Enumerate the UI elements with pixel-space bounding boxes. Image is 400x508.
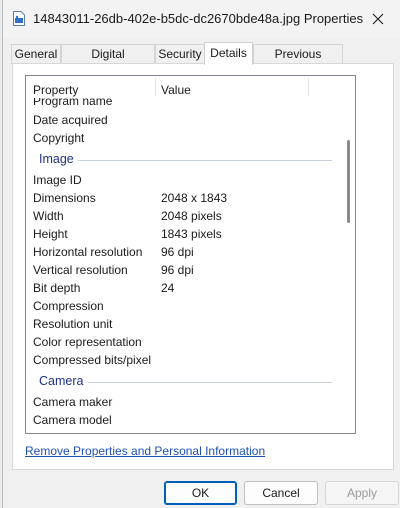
scrollbar-thumb[interactable] <box>347 140 350 223</box>
list-item[interactable]: Horizontal resolution 96 dpi <box>26 243 341 261</box>
property-value: 2048 x 1843 <box>161 191 228 205</box>
list-item[interactable]: Compressed bits/pixel <box>26 351 341 369</box>
property-value: 2048 pixels <box>161 209 222 223</box>
property-name: Compression <box>33 299 104 313</box>
tab-details[interactable]: Details <box>204 42 253 65</box>
list-item[interactable]: Camera maker <box>26 393 341 411</box>
apply-button[interactable]: Apply <box>325 481 399 505</box>
property-name: Bit depth <box>33 281 81 295</box>
ok-button[interactable]: OK <box>164 481 237 505</box>
column-property[interactable]: Property <box>33 83 78 97</box>
property-value: 96 dpi <box>161 263 194 277</box>
vertical-scrollbar[interactable] <box>341 76 355 433</box>
title-bar: 14843011-26db-402e-b5dc-dc2670bde48a.jpg… <box>3 0 400 38</box>
list-item[interactable]: Vertical resolution 96 dpi <box>26 261 341 279</box>
column-value[interactable]: Value <box>161 83 191 97</box>
tab-general[interactable]: General <box>11 44 61 64</box>
window-title: 14843011-26db-402e-b5dc-dc2670bde48a.jpg… <box>33 11 364 26</box>
list-item[interactable]: Bit depth 24 <box>26 279 341 297</box>
image-file-icon <box>13 11 25 26</box>
list-item[interactable]: Compression <box>26 297 341 315</box>
property-name: Horizontal resolution <box>33 245 143 259</box>
property-name: Compressed bits/pixel <box>33 353 152 367</box>
list-item[interactable]: Color representation <box>26 333 341 351</box>
column-divider[interactable] <box>155 78 156 96</box>
properties-dialog: 14843011-26db-402e-b5dc-dc2670bde48a.jpg… <box>2 0 400 508</box>
property-name: Camera model <box>33 413 112 427</box>
property-name: Date acquired <box>33 113 108 127</box>
group-divider <box>78 160 332 161</box>
list-item[interactable]: Width 2048 pixels <box>26 207 341 225</box>
list-item[interactable]: Date acquired <box>26 111 341 129</box>
group-label: Image <box>39 152 74 166</box>
property-name: Resolution unit <box>33 317 113 331</box>
property-value: 1843 pixels <box>161 227 222 241</box>
close-button[interactable] <box>355 0 400 38</box>
cancel-button[interactable]: Cancel <box>244 481 318 505</box>
group-divider <box>88 382 332 383</box>
property-value: 24 <box>161 281 175 295</box>
property-name: Color representation <box>33 335 142 349</box>
property-name: Camera maker <box>33 395 113 409</box>
property-name: Width <box>33 209 64 223</box>
group-header-image: Image <box>26 150 341 170</box>
list-item[interactable]: Dimensions 2048 x 1843 <box>26 189 341 207</box>
details-list[interactable]: Property Value Program name Date acquire… <box>25 75 356 434</box>
details-panel: Property Value Program name Date acquire… <box>12 63 394 470</box>
property-value: 96 dpi <box>161 245 194 259</box>
property-name: Copyright <box>33 131 85 145</box>
list-item[interactable]: Camera model <box>26 411 341 429</box>
close-icon <box>372 13 384 25</box>
property-name: Dimensions <box>33 191 96 205</box>
remove-properties-link[interactable]: Remove Properties and Personal Informati… <box>25 444 265 458</box>
list-item[interactable]: Height 1843 pixels <box>26 225 341 243</box>
tab-digital-signatures[interactable]: Digital Signatures <box>61 44 155 80</box>
tab-security[interactable]: Security <box>155 44 205 64</box>
property-name: Height <box>33 227 68 241</box>
group-header-camera: Camera <box>26 372 341 392</box>
property-name: Image ID <box>33 173 82 187</box>
property-name: Vertical resolution <box>33 263 128 277</box>
list-item[interactable]: Image ID <box>26 171 341 189</box>
column-header: Property Value <box>26 76 341 98</box>
list-item[interactable]: Resolution unit <box>26 315 341 333</box>
column-divider[interactable] <box>308 78 309 96</box>
list-item[interactable]: Copyright <box>26 129 341 147</box>
group-label: Camera <box>39 374 84 388</box>
tab-previous-versions[interactable]: Previous Versions <box>253 44 343 80</box>
